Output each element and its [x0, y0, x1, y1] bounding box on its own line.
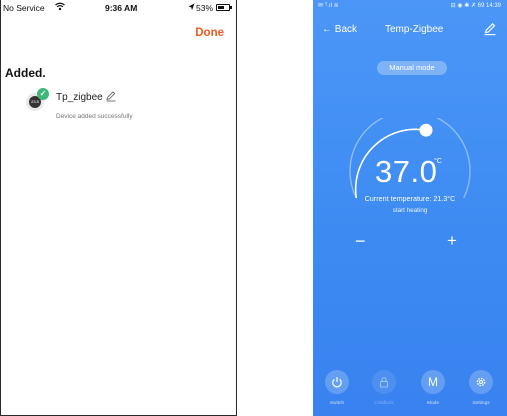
childlock-label: Childlock: [374, 401, 394, 406]
thermostat-device-icon: 23.5 ✓: [26, 88, 49, 112]
device-screen-text: 23.5: [31, 99, 39, 104]
device-added-status: Device added successfully: [56, 113, 133, 120]
decrease-temp-button[interactable]: −: [355, 232, 366, 250]
power-icon: [332, 377, 342, 388]
status-time: 9:36 AM: [105, 3, 138, 13]
android-status-bar: ✉ ᵀ.ıl ≋ ⊟ ◉ ✱ ✗ 69 14:39: [313, 0, 507, 12]
edit-icon[interactable]: [483, 22, 497, 36]
mode-icon: M: [428, 375, 438, 389]
check-icon: ✓: [37, 88, 49, 100]
back-arrow-icon: ←: [322, 24, 332, 35]
target-temperature: 37.0: [375, 154, 438, 189]
lock-icon: [379, 377, 389, 388]
dial-handle[interactable]: [419, 123, 433, 137]
thermostat-control-screen: ✉ ᵀ.ıl ≋ ⊟ ◉ ✱ ✗ 69 14:39 ← Back Temp-Zi…: [313, 0, 507, 416]
wifi-icon: [55, 2, 65, 11]
gear-icon: [476, 377, 486, 387]
settings-label: Settings: [472, 401, 490, 406]
mode-badge[interactable]: Manual mode: [377, 61, 447, 75]
switch-label: Switch: [329, 401, 345, 406]
switch-button[interactable]: Switch: [317, 370, 357, 406]
back-button[interactable]: ← Back: [322, 24, 357, 35]
temperature-unit: °C: [434, 158, 442, 165]
ios-status-bar: No Service 9:36 AM 53%: [1, 0, 238, 16]
added-heading: Added.: [5, 66, 46, 80]
mode-label: Mode: [427, 401, 439, 406]
status-right-icons: ⊟ ◉ ✱ ✗ 69 14:39: [450, 3, 501, 9]
done-button[interactable]: Done: [195, 27, 224, 39]
device-name: Tp_zigbee: [56, 92, 103, 103]
carrier-label: No Service: [3, 3, 45, 13]
current-temperature: Current temperature: 21.3°C: [364, 194, 456, 203]
heating-status: start heating: [392, 207, 428, 214]
status-left-icons: ✉ ᵀ.ıl ≋: [318, 3, 339, 9]
bottom-control-bar: Switch Childlock M Mode Settings: [313, 362, 507, 416]
edit-name-icon[interactable]: [105, 90, 117, 102]
device-added-screen: No Service 9:36 AM 53% Done Added. 23.5 …: [0, 0, 237, 416]
increase-temp-button[interactable]: +: [447, 232, 457, 250]
childlock-button[interactable]: Childlock: [364, 370, 404, 406]
device-title: Temp-Zigbee: [385, 24, 444, 35]
settings-button[interactable]: Settings: [461, 370, 501, 406]
mode-button[interactable]: M Mode: [413, 370, 453, 406]
battery-icon: [216, 4, 232, 11]
location-arrow-icon: [188, 3, 195, 11]
battery-percent: 53%: [196, 3, 214, 13]
back-label: Back: [334, 24, 358, 35]
